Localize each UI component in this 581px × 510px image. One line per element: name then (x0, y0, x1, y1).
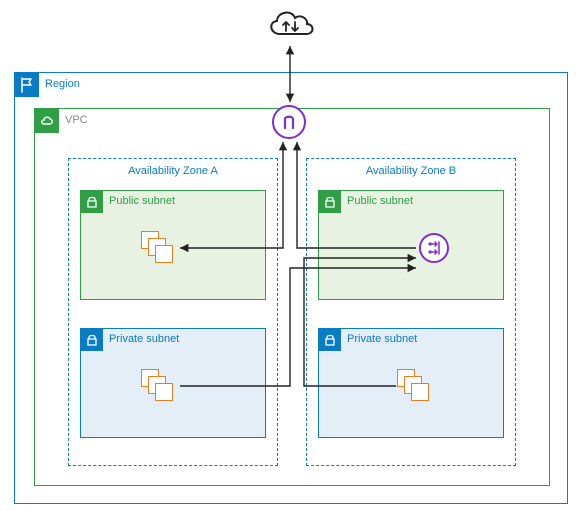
lock-icon (319, 329, 341, 351)
vpc-cloud-icon (35, 109, 59, 133)
az-a-private-subnet-label: Private subnet (109, 333, 179, 345)
az-a-public-subnet: Public subnet (80, 190, 266, 300)
vpc-label: VPC (65, 114, 88, 126)
internet-gateway-icon (272, 105, 306, 139)
nat-gateway-icon (419, 233, 449, 263)
az-b-label: Availability Zone B (307, 165, 515, 177)
region-flag-icon (15, 73, 39, 97)
az-b-public-subnet-label: Public subnet (347, 195, 413, 207)
region-label: Region (45, 78, 80, 90)
lock-icon (81, 329, 103, 351)
az-b-public-subnet: Public subnet (318, 190, 504, 300)
az-b-private-subnet: Private subnet (318, 328, 504, 438)
az-a-public-subnet-label: Public subnet (109, 195, 175, 207)
az-a-label: Availability Zone A (69, 165, 277, 177)
lock-icon (319, 191, 341, 213)
lock-icon (81, 191, 103, 213)
az-a-private-subnet: Private subnet (80, 328, 266, 438)
cloud-internet-icon (264, 6, 318, 46)
az-b-private-subnet-label: Private subnet (347, 333, 417, 345)
